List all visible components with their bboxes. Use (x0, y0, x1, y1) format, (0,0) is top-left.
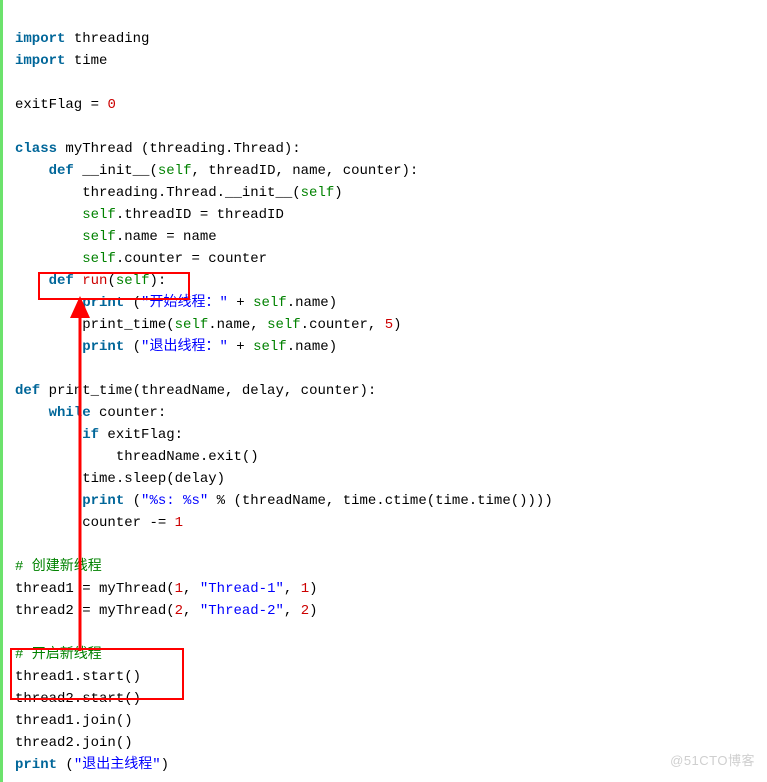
var-exitflag: exitFlag (15, 97, 91, 113)
comment-start: # 开启新线程 (15, 647, 102, 663)
method-run: run (82, 273, 107, 289)
thread2-start: thread2.start() (15, 691, 141, 707)
code-block: import threading import time exitFlag = … (0, 0, 752, 782)
mod-time: time (74, 53, 108, 69)
comment-create: # 创建新线程 (15, 559, 102, 575)
kw-class: class (15, 141, 57, 157)
kw-def: def (49, 273, 74, 289)
fn-print-time: print_time(threadName, delay, counter): (49, 383, 377, 399)
thread1-start: thread1.start() (15, 669, 141, 685)
kw-import: import (15, 53, 65, 69)
kw-import: import (15, 31, 65, 47)
class-name: myThread (threading.Thread): (65, 141, 300, 157)
mod-threading: threading (74, 31, 150, 47)
